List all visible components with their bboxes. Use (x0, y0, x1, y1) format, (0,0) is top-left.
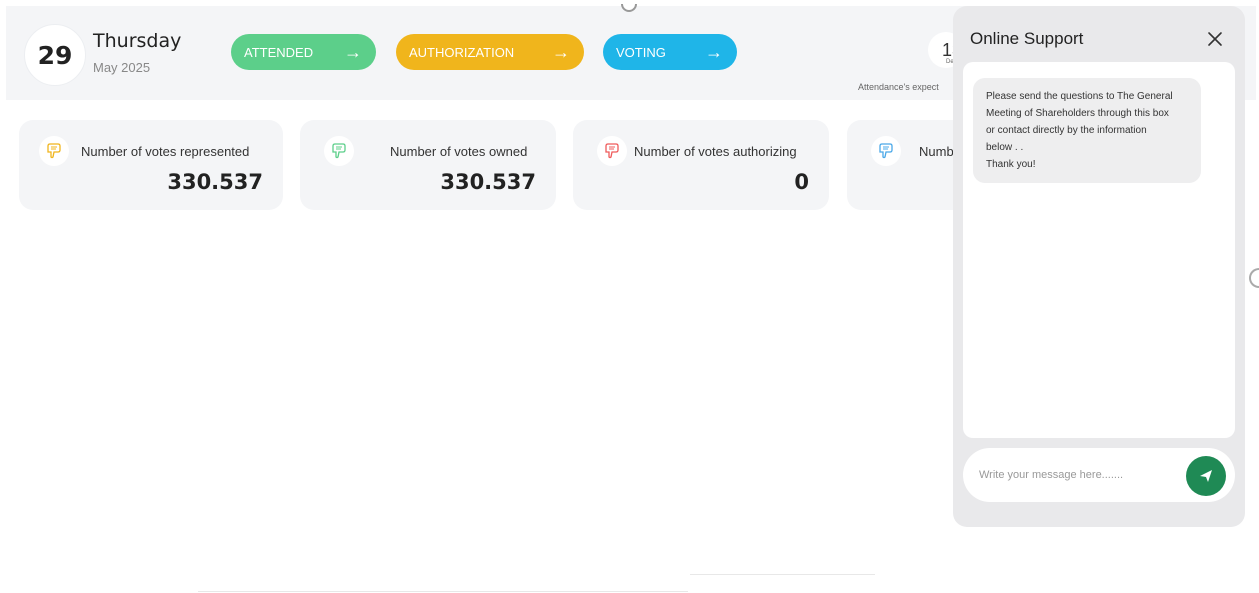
stat-value: 330.537 (440, 170, 536, 194)
message-line: or contact directly by the information (986, 125, 1147, 136)
stat-card-owned: Number of votes owned 330.537 (300, 120, 556, 210)
message-line: below . . (986, 142, 1024, 153)
divider (198, 591, 688, 592)
support-message-bubble: Please send the questions to The General… (973, 78, 1201, 183)
top-scroll-handle[interactable] (621, 4, 637, 12)
side-scroll-handle[interactable] (1249, 268, 1259, 288)
attended-label: ATTENDED (244, 44, 314, 60)
message-line: Thank you! (986, 159, 1036, 170)
stat-card-represented: Number of votes represented 330.537 (19, 120, 283, 210)
voting-button[interactable]: VOTING → (603, 34, 737, 70)
attendance-note: Attendance's expect (858, 82, 939, 92)
hand-vote-icon (324, 136, 354, 166)
stat-value: 330.537 (167, 170, 263, 194)
online-support-panel: Online Support Please send the questions… (953, 6, 1245, 527)
stat-label: Number of votes authorizing (634, 144, 797, 159)
hand-vote-icon (597, 136, 627, 166)
close-icon[interactable] (1204, 28, 1226, 50)
attended-button[interactable]: ATTENDED → (231, 34, 376, 70)
arrow-right-icon: → (552, 42, 570, 62)
stat-label: Numb (919, 144, 954, 159)
authorization-label: AUTHORIZATION (409, 44, 515, 60)
hand-vote-icon (39, 136, 69, 166)
hand-vote-icon (871, 136, 901, 166)
stat-label: Number of votes owned (390, 144, 528, 159)
voting-label: VOTING (616, 44, 666, 60)
stat-card-authorizing: Number of votes authorizing 0 (573, 120, 829, 210)
arrow-right-icon: → (705, 42, 723, 62)
chat-title: Online Support (970, 29, 1084, 48)
message-line: Meeting of Shareholders through this box (986, 108, 1169, 119)
month-year-label: May 2025 (93, 60, 151, 75)
send-button[interactable] (1186, 456, 1226, 496)
stat-value: 0 (794, 170, 809, 194)
weekday-label: Thursday (93, 30, 182, 52)
divider (690, 574, 875, 575)
message-line: Please send the questions to The General (986, 91, 1173, 102)
chat-messages[interactable]: Please send the questions to The General… (963, 62, 1235, 438)
stat-card-partial: Numb (847, 120, 967, 210)
chat-message-input[interactable] (979, 466, 1179, 484)
stat-label: Number of votes represented (81, 144, 250, 159)
send-icon (1200, 470, 1212, 482)
day-number: 29 (24, 24, 86, 86)
authorization-button[interactable]: AUTHORIZATION → (396, 34, 584, 70)
arrow-right-icon: → (344, 42, 362, 62)
chat-input-container (963, 448, 1235, 502)
